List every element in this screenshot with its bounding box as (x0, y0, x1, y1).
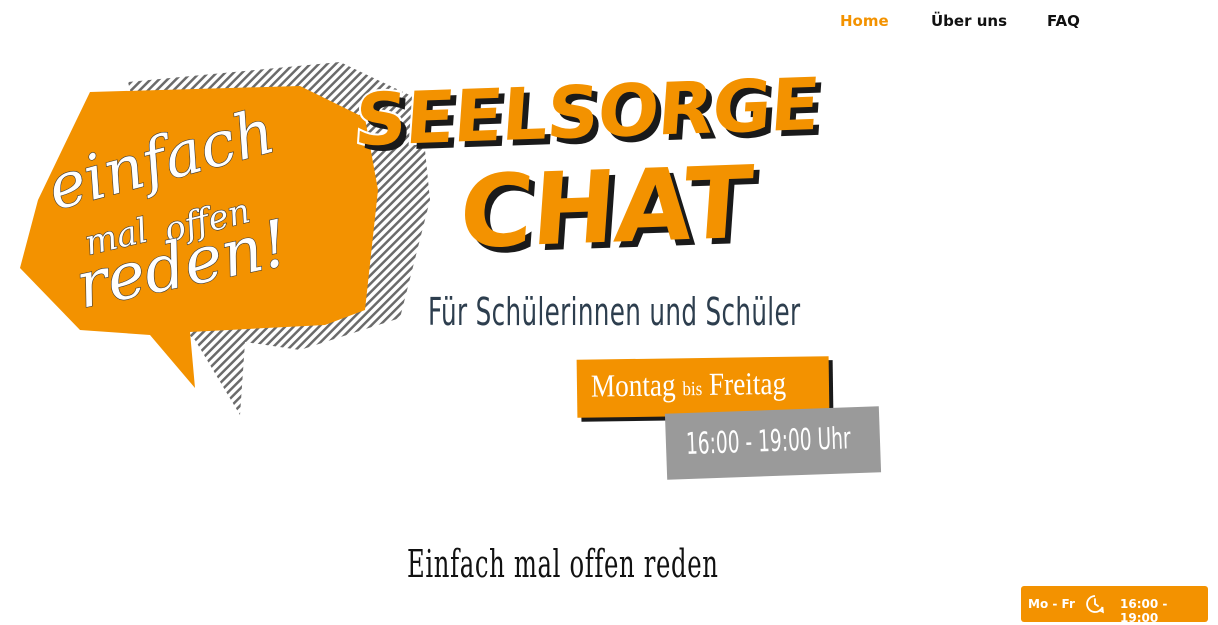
opening-time-box: 16:00 - 19:00 Uhr (664, 406, 882, 480)
nav-link-faq[interactable]: FAQ (1047, 12, 1080, 30)
days-connector: bis (682, 378, 703, 401)
opening-days-text: Montag bis Freitag (591, 365, 787, 405)
nav-link-ueber-uns[interactable]: Über uns (931, 12, 1007, 30)
hours-badge-days: Mo - Fr (1028, 597, 1075, 611)
opening-time-text: 16:00 - 19:00 Uhr (685, 421, 852, 463)
days-start: Montag (590, 366, 676, 404)
hero-subtitle: Für Schülerinnen und Schüler (428, 290, 801, 334)
brand-title-seelsorge: SEELSORGE (350, 60, 824, 164)
brand-title-chat: CHAT (454, 142, 757, 273)
main-navigation: Home Über uns FAQ (0, 0, 1218, 42)
hours-badge-time: 16:00 - 19:00 (1120, 597, 1168, 625)
opening-hours-badge[interactable]: Mo - Fr 16:00 - 19:00 (1021, 586, 1208, 625)
section-heading: Einfach mal offen reden (407, 542, 719, 586)
clock-icon (1086, 595, 1104, 614)
days-end: Freitag (708, 364, 787, 402)
nav-link-home[interactable]: Home (840, 12, 889, 30)
